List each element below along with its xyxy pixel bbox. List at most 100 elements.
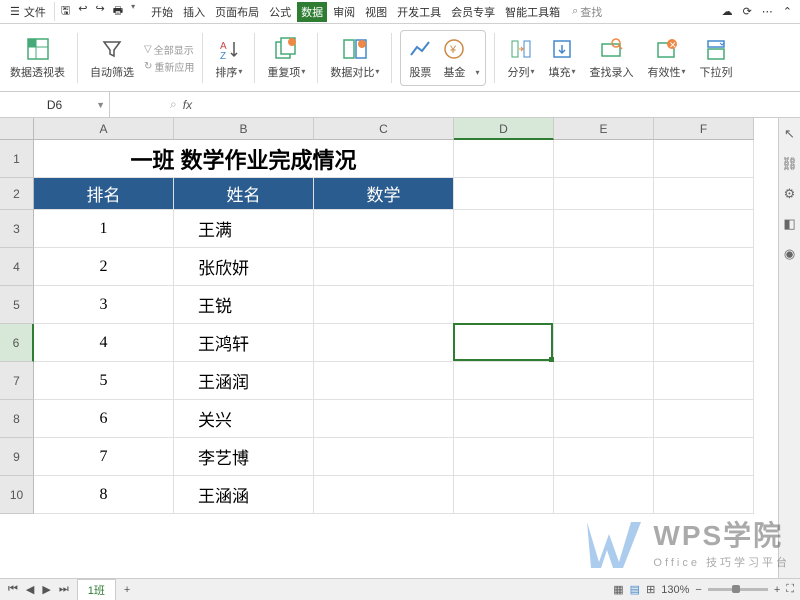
redo-icon[interactable]: ↪ (95, 2, 104, 21)
fund-button[interactable]: ¥ 基金 (437, 28, 471, 88)
cell[interactable]: 姓名 (174, 178, 314, 210)
cell[interactable] (654, 286, 754, 324)
col-header-A[interactable]: A (34, 118, 174, 140)
cell[interactable]: 8 (34, 476, 174, 514)
select-all-corner[interactable] (0, 118, 34, 140)
cell[interactable] (654, 248, 754, 286)
cell[interactable] (554, 438, 654, 476)
cell[interactable]: 2 (34, 248, 174, 286)
cell[interactable]: 王满 (174, 210, 314, 248)
cell[interactable] (314, 210, 454, 248)
cell[interactable]: 王涵涵 (174, 476, 314, 514)
col-header-B[interactable]: B (174, 118, 314, 140)
file-menu[interactable]: ☰ 文件 (4, 4, 52, 20)
cell[interactable]: 3 (34, 286, 174, 324)
ribbon-tab-6[interactable]: 视图 (361, 2, 391, 22)
zoom-in-icon[interactable]: + (774, 584, 780, 596)
cell[interactable] (554, 248, 654, 286)
row-header-1[interactable]: 1 (0, 140, 34, 178)
search-box[interactable]: ⌕ 查找 (572, 4, 602, 20)
sync-icon[interactable]: ⟳ (743, 5, 752, 18)
add-sheet-icon[interactable]: + (124, 584, 130, 596)
cell[interactable]: 李艺博 (174, 438, 314, 476)
cancel-icon[interactable]: ⌕ (170, 97, 177, 112)
pivot-table-button[interactable]: 数据透视表 (6, 28, 69, 88)
cell[interactable]: 一班 数学作业完成情况 (34, 140, 454, 178)
cell[interactable] (314, 438, 454, 476)
show-all-button[interactable]: ▽全部显示 (144, 42, 194, 57)
fullscreen-icon[interactable]: ⛶ (786, 583, 794, 596)
cell[interactable] (454, 178, 554, 210)
cell[interactable] (454, 324, 554, 362)
qat-more-icon[interactable]: ▾ (131, 2, 135, 21)
row-header-9[interactable]: 9 (0, 438, 34, 476)
cell[interactable]: 关兴 (174, 400, 314, 438)
ribbon-tab-4[interactable]: 数据 (297, 2, 327, 22)
cell[interactable]: 6 (34, 400, 174, 438)
cell[interactable]: 排名 (34, 178, 174, 210)
last-sheet-icon[interactable]: ⏭ (59, 583, 69, 596)
ribbon-tab-2[interactable]: 页面布局 (211, 2, 263, 22)
minimize-ribbon-icon[interactable]: ⌃ (783, 5, 792, 18)
sort-button[interactable]: AZ 排序▾ (211, 28, 246, 88)
cell[interactable] (554, 210, 654, 248)
cell[interactable] (554, 362, 654, 400)
cell[interactable] (454, 210, 554, 248)
ribbon-tab-5[interactable]: 审阅 (329, 2, 359, 22)
cell[interactable] (454, 248, 554, 286)
cursor-icon[interactable]: ↖ (784, 126, 795, 142)
validity-button[interactable]: ✕ 有效性▾ (643, 28, 689, 88)
ribbon-tab-3[interactable]: 公式 (265, 2, 295, 22)
next-sheet-icon[interactable]: ▶ (42, 583, 50, 596)
cell[interactable]: 5 (34, 362, 174, 400)
more-icon[interactable]: ⋯ (762, 5, 773, 18)
robot-icon[interactable]: ◉ (784, 246, 795, 262)
cell[interactable]: 王鸿轩 (174, 324, 314, 362)
col-header-F[interactable]: F (654, 118, 754, 140)
cell[interactable] (314, 324, 454, 362)
row-header-5[interactable]: 5 (0, 286, 34, 324)
cell[interactable] (654, 178, 754, 210)
filter-button[interactable]: 自动筛选 (86, 28, 138, 88)
cell[interactable]: 数学 (314, 178, 454, 210)
compare-button[interactable]: 数据对比▾ (326, 28, 383, 88)
cell[interactable] (454, 286, 554, 324)
find-entry-button[interactable]: 查找录入 (585, 28, 637, 88)
layers-icon[interactable]: ◧ (783, 216, 795, 232)
row-header-6[interactable]: 6 (0, 324, 34, 362)
undo-icon[interactable]: ↩ (78, 2, 87, 21)
view-layout-icon[interactable]: ⊞ (646, 583, 655, 596)
cell[interactable] (654, 324, 754, 362)
ribbon-tab-8[interactable]: 会员专享 (447, 2, 499, 22)
cell[interactable] (554, 324, 654, 362)
col-header-E[interactable]: E (554, 118, 654, 140)
dropdown-list-button[interactable]: 下拉列 (696, 28, 737, 88)
stock-button[interactable]: 股票 (403, 28, 437, 88)
cell[interactable] (454, 362, 554, 400)
cell[interactable] (314, 362, 454, 400)
cells-area[interactable]: 一班 数学作业完成情况排名姓名数学1王满2张欣妍3王锐4王鸿轩5王涵润6关兴7李… (34, 140, 778, 578)
row-header-4[interactable]: 4 (0, 248, 34, 286)
fx-label[interactable]: fx (183, 98, 192, 112)
cell[interactable]: 王涵润 (174, 362, 314, 400)
dedup-button[interactable]: 重复项▾ (263, 28, 309, 88)
settings-icon[interactable]: ⚙ (784, 186, 796, 202)
cell[interactable]: 张欣妍 (174, 248, 314, 286)
cell[interactable] (654, 210, 754, 248)
first-sheet-icon[interactable]: ⏮ (8, 583, 18, 596)
prev-sheet-icon[interactable]: ◀ (26, 583, 34, 596)
cell[interactable] (654, 438, 754, 476)
sheet-tab[interactable]: 1班 (77, 579, 116, 600)
expand-icon[interactable]: ▾ (471, 64, 483, 81)
cell[interactable] (454, 140, 554, 178)
cell[interactable] (554, 140, 654, 178)
cell[interactable] (454, 438, 554, 476)
cell[interactable] (314, 286, 454, 324)
ribbon-tab-7[interactable]: 开发工具 (393, 2, 445, 22)
cell[interactable]: 王锐 (174, 286, 314, 324)
cell[interactable] (454, 476, 554, 514)
cell[interactable] (654, 362, 754, 400)
row-header-7[interactable]: 7 (0, 362, 34, 400)
print-icon[interactable]: 🖶 (113, 2, 123, 21)
view-normal-icon[interactable]: ▦ (613, 583, 623, 596)
